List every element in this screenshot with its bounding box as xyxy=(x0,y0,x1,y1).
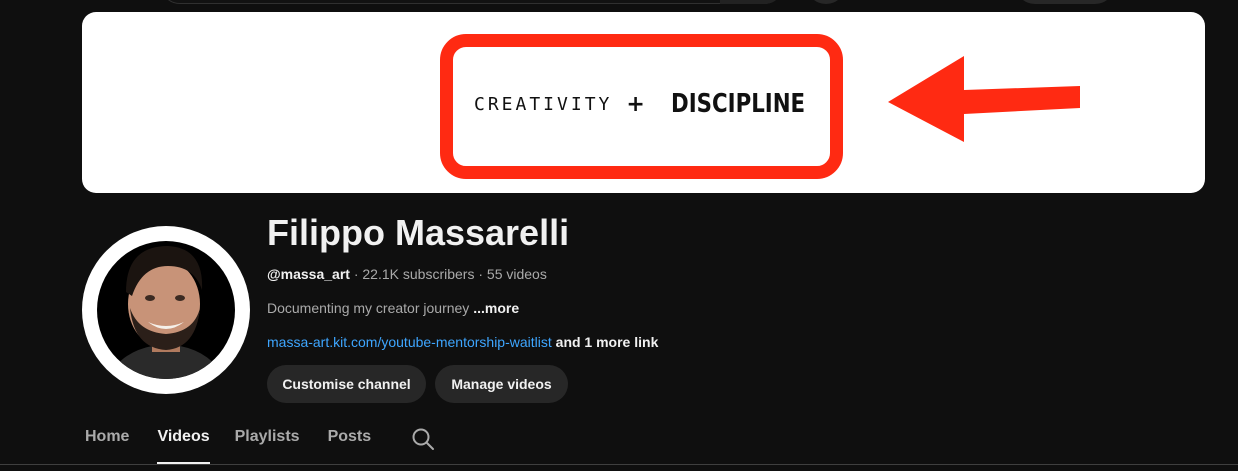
banner-word-creativity: CREATIVITY xyxy=(474,93,613,115)
channel-handle: @massa_art xyxy=(267,266,350,282)
banner-text: CREATIVITY + DISCIPLINE xyxy=(474,89,834,119)
avatar-photo xyxy=(97,241,235,379)
channel-name: Filippo Massarelli xyxy=(267,212,570,253)
tab-playlists[interactable]: Playlists xyxy=(235,428,300,464)
search-icon[interactable] xyxy=(411,427,435,451)
tab-videos[interactable]: Videos xyxy=(157,428,210,464)
subscriber-count: 22.1K subscribers xyxy=(362,266,475,282)
tab-posts[interactable]: Posts xyxy=(328,428,372,464)
description-text: Documenting my creator journey xyxy=(267,300,474,316)
channel-banner: CREATIVITY + DISCIPLINE xyxy=(82,12,1205,193)
channel-meta: @massa_art · 22.1K subscribers · 55 vide… xyxy=(267,266,547,282)
channel-page: CREATIVITY + DISCIPLINE Filippo Massarel… xyxy=(0,0,1238,471)
search-bar[interactable] xyxy=(160,0,784,4)
banner-plus: + xyxy=(626,91,645,117)
channel-avatar[interactable] xyxy=(82,226,250,394)
channel-external-link[interactable]: massa-art.kit.com/youtube-mentorship-wai… xyxy=(267,334,552,350)
meta-separator: · xyxy=(349,266,363,282)
tabs-divider xyxy=(0,464,1238,465)
create-button[interactable] xyxy=(1015,0,1115,4)
manage-videos-button[interactable]: Manage videos xyxy=(435,365,568,403)
banner-word-discipline: DISCIPLINE xyxy=(670,89,805,119)
tab-home[interactable]: Home xyxy=(85,428,129,464)
more-links-button[interactable]: and 1 more link xyxy=(552,334,659,350)
search-button[interactable] xyxy=(720,0,784,4)
description-more-link[interactable]: ...more xyxy=(473,300,519,316)
voice-search-button[interactable] xyxy=(806,0,846,4)
channel-tabs: Home Videos Playlists Posts xyxy=(85,428,435,464)
channel-description: Documenting my creator journey ...more xyxy=(267,300,519,316)
meta-separator: · xyxy=(474,266,487,282)
video-count: 55 videos xyxy=(486,266,547,282)
channel-links: massa-art.kit.com/youtube-mentorship-wai… xyxy=(267,334,658,350)
arrow-left-icon xyxy=(888,56,1080,142)
customise-channel-button[interactable]: Customise channel xyxy=(267,365,426,403)
